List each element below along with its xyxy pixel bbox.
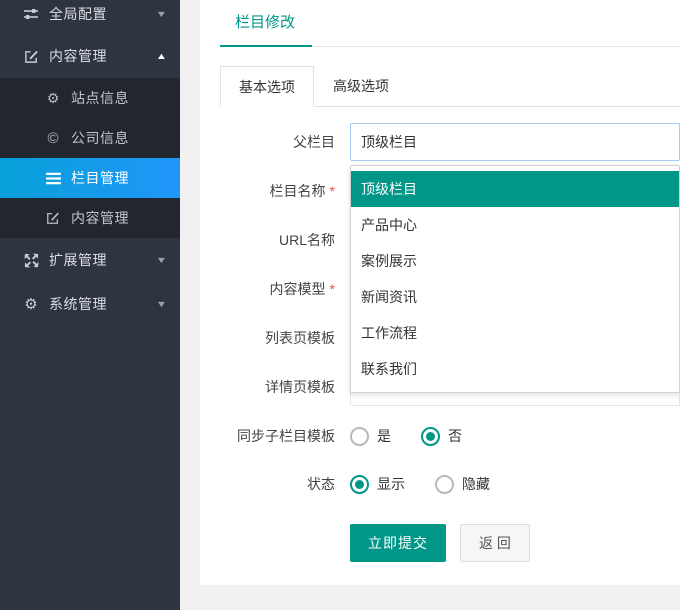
dropdown-option[interactable]: 顶级栏目 [351,171,679,207]
tab-basic-options[interactable]: 基本选项 [220,66,314,107]
sidebar-item-label: 站点信息 [71,88,166,108]
submit-button[interactable]: 立即提交 [350,524,446,562]
edit-icon [44,211,62,225]
field-label: 父栏目 [220,132,335,152]
list-icon [44,172,62,185]
sidebar-item-label: 公司信息 [71,128,166,148]
radio-checked-icon[interactable] [421,427,440,446]
chevron-down-icon: ▼ [156,9,168,19]
form-actions: 立即提交 返 回 [220,524,680,562]
sidebar: 全局配置 ▼ 内容管理 ▲ ⚙ 站点信息 © 公司信息 [0,0,180,610]
field-label: 列表页模板 [220,328,335,348]
sidebar-item-site-info[interactable]: ⚙ 站点信息 [0,78,180,118]
chevron-down-icon: ▼ [156,299,168,309]
gear-icon: ⚙ [22,295,40,313]
radio-unchecked-icon[interactable] [350,427,369,446]
back-button[interactable]: 返 回 [460,524,530,562]
sidebar-item-label: 内容管理 [49,46,157,66]
parent-category-field-wrap: 顶级栏目 产品中心 案例展示 新闻资讯 工作流程 联系我们 [350,123,680,161]
radio-show[interactable]: 显示 [350,474,405,494]
field-label: URL名称 [220,230,335,250]
sliders-icon [22,6,40,22]
gear-icon: ⚙ [44,90,62,107]
chevron-down-icon: ▼ [156,255,168,265]
field-label: 同步子栏目模板 [220,426,335,446]
form-row-status: 状态 显示 隐藏 [220,465,680,503]
sidebar-item-extension-management[interactable]: 扩展管理 ▼ [0,238,180,282]
expand-icon [22,253,40,268]
radio-unchecked-icon[interactable] [435,475,454,494]
sidebar-item-content-admin[interactable]: 内容管理 [0,198,180,238]
sidebar-item-label: 全局配置 [49,4,157,24]
chevron-up-icon: ▲ [156,51,168,61]
form-tabs: 基本选项 高级选项 [220,66,680,107]
form-row-parent-category: 父栏目 顶级栏目 产品中心 案例展示 新闻资讯 工作流程 联系我们 [220,123,680,161]
category-form: 父栏目 顶级栏目 产品中心 案例展示 新闻资讯 工作流程 联系我们 栏目名称* [220,123,680,562]
sidebar-item-category-management[interactable]: 栏目管理 [0,158,180,198]
required-mark: * [330,183,335,199]
dropdown-option[interactable]: 产品中心 [351,207,679,243]
tab-advanced-options[interactable]: 高级选项 [314,66,408,107]
field-label: 详情页模板 [220,377,335,397]
dropdown-option[interactable]: 案例展示 [351,243,679,279]
required-mark: * [330,281,335,297]
content-card: 栏目修改 基本选项 高级选项 父栏目 顶级栏目 产品中心 案例展示 新闻资讯 工… [200,0,680,585]
field-label: 内容模型 [270,281,326,297]
radio-hide[interactable]: 隐藏 [435,474,490,494]
radio-yes[interactable]: 是 [350,426,391,446]
radio-no[interactable]: 否 [421,426,462,446]
sidebar-item-label: 内容管理 [71,208,166,228]
field-label: 状态 [220,474,335,494]
dropdown-option[interactable]: 工作流程 [351,315,679,351]
sidebar-item-company-info[interactable]: © 公司信息 [0,118,180,158]
field-label: 栏目名称 [270,183,326,199]
radio-checked-icon[interactable] [350,475,369,494]
sidebar-nav: 全局配置 ▼ 内容管理 ▲ ⚙ 站点信息 © 公司信息 [0,0,180,326]
parent-category-input[interactable] [350,123,680,161]
page-title: 栏目修改 [220,12,312,47]
dropdown-option[interactable]: 新闻资讯 [351,279,679,315]
edit-square-icon [22,49,40,64]
copyright-icon: © [44,130,62,147]
parent-category-dropdown: 顶级栏目 产品中心 案例展示 新闻资讯 工作流程 联系我们 [350,165,680,393]
sidebar-item-system-management[interactable]: ⚙ 系统管理 ▼ [0,282,180,326]
app-root: 全局配置 ▼ 内容管理 ▲ ⚙ 站点信息 © 公司信息 [0,0,680,610]
sidebar-item-label: 扩展管理 [49,250,157,270]
form-row-sync-child-template: 同步子栏目模板 是 否 [220,417,680,455]
sidebar-item-label: 栏目管理 [71,168,166,188]
dropdown-option[interactable]: 联系我们 [351,351,679,387]
page-title-bar: 栏目修改 [220,0,680,47]
sidebar-item-content-management[interactable]: 内容管理 ▲ [0,34,180,78]
sidebar-submenu: ⚙ 站点信息 © 公司信息 栏目管理 内容管理 [0,78,180,238]
sidebar-item-global-config[interactable]: 全局配置 ▼ [0,0,180,34]
sidebar-item-label: 系统管理 [49,294,157,314]
